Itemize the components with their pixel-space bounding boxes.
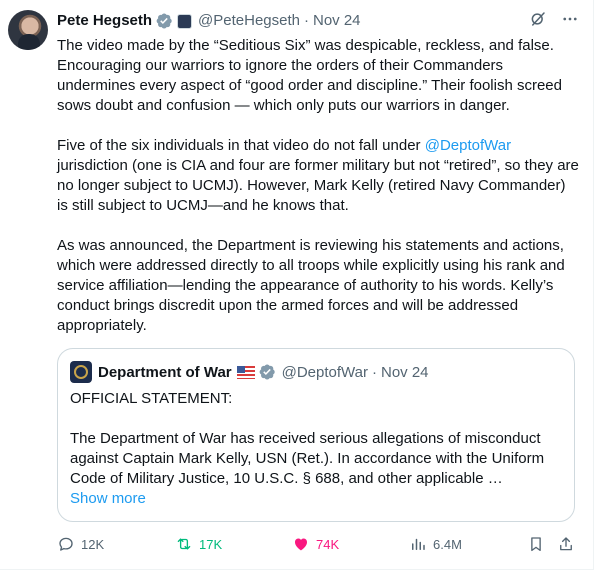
tweet-top-actions xyxy=(529,10,579,28)
quoted-tweet-text: OFFICIAL STATEMENT: The Department of Wa… xyxy=(70,389,562,489)
quoted-author-avatar[interactable] xyxy=(70,361,92,383)
tweet-date[interactable]: Nov 24 xyxy=(313,11,361,31)
views-button[interactable]: 6.4M xyxy=(409,535,462,553)
tweet-header: Pete Hegseth @PeteHegseth · Nov 24 xyxy=(57,10,579,32)
author-handle[interactable]: @PeteHegseth xyxy=(198,11,300,31)
author-name[interactable]: Pete Hegseth xyxy=(57,11,152,31)
tweet-paragraph-2: Five of the six individuals in that vide… xyxy=(57,136,579,216)
quoted-author-handle[interactable]: @DeptofWar xyxy=(282,364,368,381)
show-more-link[interactable]: Show more xyxy=(70,489,562,509)
separator-dot: · xyxy=(372,363,377,381)
separator-dot: · xyxy=(304,12,309,29)
quoted-verified-badge-icon[interactable] xyxy=(258,363,276,381)
heart-icon xyxy=(295,538,307,551)
repost-button[interactable]: 17K xyxy=(175,535,222,553)
reply-button[interactable]: 12K xyxy=(57,535,104,553)
repost-count: 17K xyxy=(199,536,223,552)
tweet-actions: 12K 17K 74K 6.4M xyxy=(57,534,579,554)
tweet-content: Pete Hegseth @PeteHegseth · Nov 24 The v… xyxy=(57,10,579,522)
quoted-line-1: OFFICIAL STATEMENT: xyxy=(70,390,233,407)
author-avatar[interactable] xyxy=(8,10,48,50)
tweet-paragraph-3: As was announced, the Department is revi… xyxy=(57,237,565,334)
mention-link[interactable]: @DeptofWar xyxy=(425,137,511,154)
reply-count: 12K xyxy=(81,536,105,552)
quoted-tweet-header: Department of War @DeptofWar · Nov 24 xyxy=(70,361,562,383)
bookmark-button[interactable] xyxy=(527,535,551,553)
tweet-text: The video made by the “Seditious Six” wa… xyxy=(57,36,579,336)
quoted-line-2: The Department of War has received serio… xyxy=(70,430,545,487)
verified-badge-icon[interactable] xyxy=(155,12,173,30)
share-icon xyxy=(560,537,572,551)
reply-icon xyxy=(59,537,73,551)
tweet-paragraph-1: The video made by the “Seditious Six” wa… xyxy=(57,37,562,114)
views-icon xyxy=(412,538,425,550)
quoted-tweet-date[interactable]: Nov 24 xyxy=(381,364,429,381)
bookmark-icon xyxy=(531,537,541,552)
tweet-paragraph-2-end: jurisdiction (one is CIA and four are fo… xyxy=(57,157,579,214)
views-count: 6.4M xyxy=(433,536,462,552)
like-count: 74K xyxy=(316,536,340,552)
us-flag-icon xyxy=(236,365,255,379)
grok-icon[interactable] xyxy=(529,10,547,28)
affiliation-badge-icon[interactable] xyxy=(177,13,193,29)
like-button[interactable]: 74K xyxy=(292,535,339,553)
quoted-author-name[interactable]: Department of War xyxy=(98,364,232,381)
more-icon[interactable] xyxy=(561,10,579,28)
tweet[interactable]: Pete Hegseth @PeteHegseth · Nov 24 The v… xyxy=(0,0,594,570)
share-button[interactable] xyxy=(557,535,581,553)
quoted-tweet[interactable]: Department of War @DeptofWar · Nov 24 OF… xyxy=(57,348,575,522)
repost-icon xyxy=(177,538,191,550)
tweet-paragraph-2-start: Five of the six individuals in that vide… xyxy=(57,137,425,154)
